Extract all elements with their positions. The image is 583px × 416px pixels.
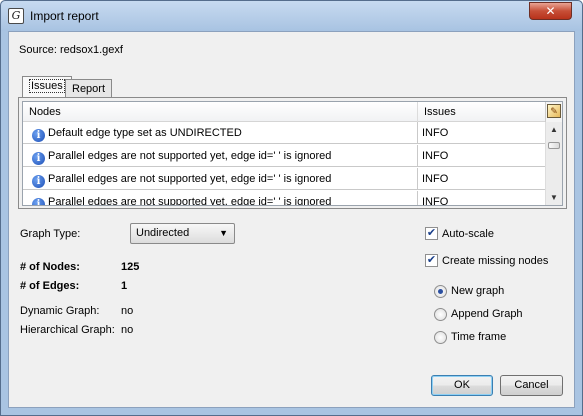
source-line: Source: redsox1.gexf: [19, 44, 123, 56]
issues-table: Nodes Issues ✎ i Default edge type set as…: [22, 101, 563, 206]
create-missing-nodes-label[interactable]: Create missing nodes: [442, 255, 548, 267]
title-bar[interactable]: G Import report ✕: [1, 1, 582, 31]
close-button[interactable]: ✕: [529, 2, 572, 20]
import-report-window: G Import report ✕ Source: redsox1.gexf I…: [0, 0, 583, 416]
gephi-logo-icon: G: [8, 8, 24, 24]
edges-count-value: 1: [121, 280, 128, 292]
issue-level: INFO: [422, 173, 449, 185]
append-graph-radio[interactable]: [434, 308, 447, 321]
table-scrollbar[interactable]: ▲ ▼: [545, 122, 562, 205]
table-row[interactable]: i Parallel edges are not supported yet, e…: [23, 145, 545, 167]
tab-report[interactable]: Report: [65, 79, 113, 98]
column-control-button[interactable]: ✎: [545, 102, 562, 122]
info-icon: i: [32, 129, 45, 142]
hierarchical-graph-label: Hierarchical Graph:: [20, 324, 115, 336]
new-graph-radio[interactable]: [434, 285, 447, 298]
table-row[interactable]: i Default edge type set as UNDIRECTED INF…: [23, 122, 545, 144]
scroll-thumb[interactable]: [548, 142, 560, 149]
create-missing-nodes-checkbox[interactable]: ✔: [425, 254, 438, 267]
table-header: Nodes Issues: [23, 102, 545, 122]
issue-message: Parallel edges are not supported yet, ed…: [48, 196, 332, 206]
close-icon: ✕: [545, 4, 556, 18]
issue-level: INFO: [422, 127, 449, 139]
auto-scale-checkbox[interactable]: ✔: [425, 227, 438, 240]
issue-level: INFO: [422, 150, 449, 162]
dynamic-graph-value: no: [121, 305, 134, 317]
nodes-count-value: 125: [121, 261, 140, 273]
info-icon: i: [32, 152, 45, 165]
ok-button[interactable]: OK: [431, 375, 493, 396]
source-file: redsox1.gexf: [59, 44, 123, 56]
graph-type-label: Graph Type:: [20, 228, 81, 240]
source-label: Source:: [19, 44, 57, 56]
table-row[interactable]: i Parallel edges are not supported yet, e…: [23, 168, 545, 190]
new-graph-label[interactable]: New graph: [451, 285, 504, 297]
nodes-count-label: # of Nodes:: [20, 261, 80, 273]
table-settings-icon: ✎: [547, 104, 561, 118]
issue-message: Parallel edges are not supported yet, ed…: [48, 173, 332, 185]
edges-count-label: # of Edges:: [20, 280, 80, 292]
graph-type-value: Undirected: [136, 227, 190, 239]
scroll-down-icon[interactable]: ▼: [550, 193, 558, 202]
table-row[interactable]: i Parallel edges are not supported yet, e…: [23, 191, 545, 206]
hierarchical-graph-value: no: [121, 324, 134, 336]
issue-message: Default edge type set as UNDIRECTED: [48, 127, 242, 139]
time-frame-radio[interactable]: [434, 331, 447, 344]
chevron-down-icon: ▼: [219, 228, 228, 238]
time-frame-label[interactable]: Time frame: [451, 331, 506, 343]
dynamic-graph-label: Dynamic Graph:: [20, 305, 100, 317]
column-header-nodes[interactable]: Nodes: [23, 102, 418, 122]
graph-type-select[interactable]: Undirected ▼: [130, 223, 235, 244]
window-title: Import report: [30, 9, 99, 23]
dialog-body: Source: redsox1.gexf Issues Report Nodes…: [8, 31, 575, 408]
info-icon: i: [32, 198, 45, 205]
issue-message: Parallel edges are not supported yet, ed…: [48, 150, 332, 162]
cancel-button[interactable]: Cancel: [500, 375, 563, 396]
scroll-up-icon[interactable]: ▲: [550, 125, 558, 134]
issues-panel: Nodes Issues ✎ i Default edge type set as…: [18, 97, 567, 209]
column-header-issues[interactable]: Issues: [418, 102, 545, 122]
issue-level: INFO: [422, 196, 449, 206]
info-icon: i: [32, 175, 45, 188]
append-graph-label[interactable]: Append Graph: [451, 308, 523, 320]
auto-scale-label[interactable]: Auto-scale: [442, 228, 494, 240]
